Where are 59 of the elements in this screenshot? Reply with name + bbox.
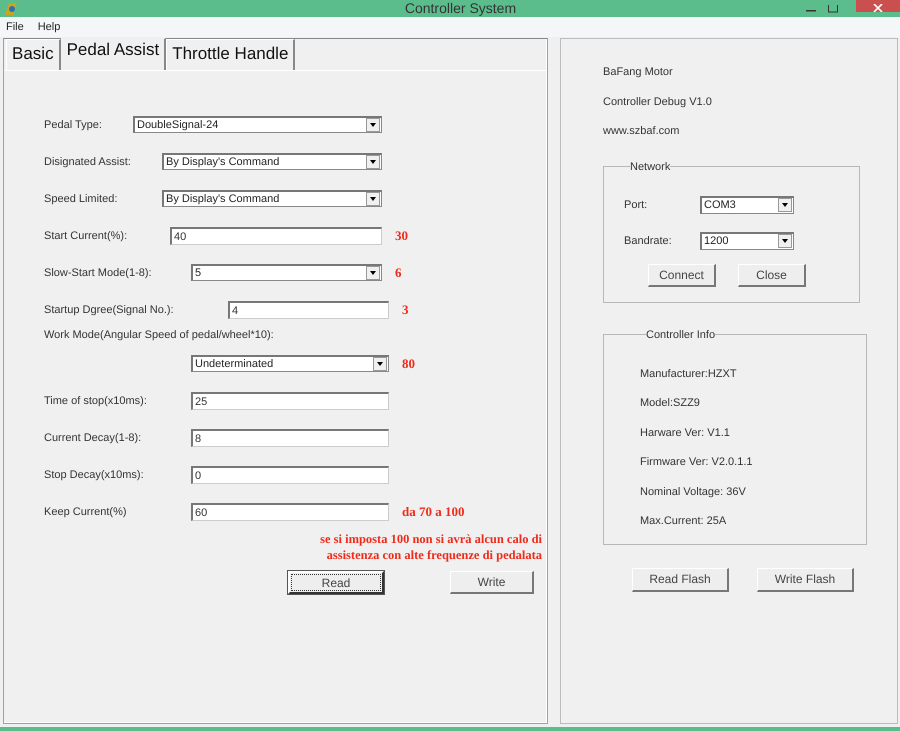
window-title: Controller System — [404, 1, 518, 16]
info-text: Max.Current: 25A — [640, 515, 728, 529]
tab[interactable]: Pedal Assist — [60, 38, 166, 70]
annotation: da 70 a 100 — [402, 504, 464, 520]
input-field[interactable]: 40 — [170, 226, 382, 244]
menu-item[interactable]: Help — [38, 21, 60, 33]
annotation: 30 — [395, 228, 408, 244]
info-text: www.szbaf.com — [603, 125, 680, 139]
group-title: Network — [630, 160, 670, 172]
group-title: Controller Info — [646, 328, 716, 340]
input-field[interactable]: 4 — [228, 300, 389, 318]
info-text: Harware Ver: V1.1 — [640, 426, 731, 440]
dropdown[interactable]: Undeterminated — [191, 355, 389, 372]
menu-item[interactable]: File — [6, 21, 24, 33]
field-label: Speed Limited: — [44, 192, 118, 204]
write-button[interactable]: Write — [450, 571, 534, 594]
close-button[interactable]: Close — [738, 264, 806, 286]
field-label: Bandrate: — [624, 234, 673, 246]
annotation: 80 — [402, 356, 415, 372]
input-field[interactable]: 0 — [191, 466, 389, 484]
annotation: se si imposta 100 non si avrà alcun calo di assistenza con alte frequenze di pedalata — [319, 531, 542, 563]
input-field[interactable]: 8 — [191, 428, 389, 446]
annotation: 6 — [395, 264, 402, 280]
field-label: Stop Decay(x10ms): — [44, 468, 145, 480]
dropdown[interactable]: By Display's Command — [162, 153, 382, 170]
dropdown[interactable]: 5 — [191, 264, 382, 281]
field-label: Work Mode(Angular Speed of pedal/wheel*10): — [44, 329, 274, 341]
input-field[interactable]: 25 — [191, 392, 389, 410]
close-button[interactable] — [856, 0, 900, 12]
dropdown[interactable]: DoubleSignal-24 — [133, 116, 382, 133]
read-flash-button[interactable]: Read Flash — [632, 568, 729, 592]
info-text: Nominal Voltage: 36V — [640, 486, 747, 500]
tab[interactable]: Basic — [6, 39, 61, 70]
close-icon — [873, 4, 883, 12]
info-text: Firmware Ver: V2.0.1.1 — [640, 456, 754, 470]
info-text: Controller Debug V1.0 — [603, 96, 713, 110]
dropdown[interactable]: 1200 — [700, 232, 794, 250]
field-label: Start Current(%): — [44, 230, 128, 242]
field-label: Keep Current(%) — [44, 506, 128, 518]
field-label: Disignated Assist: — [44, 156, 132, 168]
tab[interactable]: Throttle Handle — [166, 39, 296, 70]
field-label: Startup Dgree(Signal No.): — [44, 304, 175, 316]
input-field[interactable]: 60 — [191, 502, 389, 520]
field-label: Port: — [624, 198, 648, 210]
dropdown[interactable]: By Display's Command — [162, 190, 382, 207]
write-flash-button[interactable]: Write Flash — [757, 568, 854, 592]
info-text: BaFang Motor — [603, 66, 674, 80]
field-label: Slow-Start Mode(1-8): — [44, 266, 153, 278]
dropdown[interactable]: COM3 — [700, 196, 794, 214]
field-label: Current Decay(1-8): — [44, 432, 142, 444]
connect-button[interactable]: Connect — [648, 264, 716, 286]
app-icon — [3, 2, 19, 16]
maximize-icon[interactable] — [828, 4, 838, 12]
field-label: Pedal Type: — [44, 118, 103, 130]
field-label: Time of stop(x10ms): — [44, 394, 148, 406]
info-text: Model:SZZ9 — [640, 397, 701, 411]
read-button[interactable]: Read — [288, 571, 384, 594]
annotation: 3 — [402, 302, 408, 318]
info-text: Manufacturer:HZXT — [640, 368, 738, 382]
